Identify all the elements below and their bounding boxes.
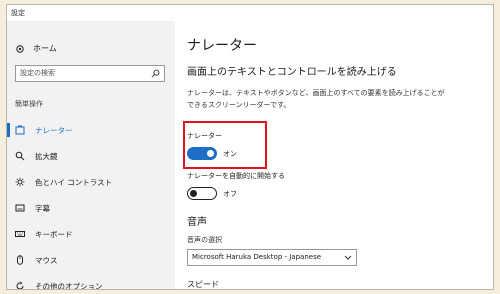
autostart-toggle-state: オフ (223, 189, 237, 198)
sidebar-item-high-contrast[interactable]: 色とハイ コントラスト (7, 169, 175, 195)
magnifier-icon (15, 151, 25, 161)
sidebar-item-label: その他のオプション (35, 281, 103, 290)
mouse-icon (17, 255, 23, 265)
home-label: ホーム (33, 44, 57, 53)
search-input[interactable]: 設定の検索 (15, 65, 165, 82)
autostart-toggle-group: ナレーターを自動的に開始する オフ (187, 171, 285, 200)
sidebar-item-label: マウス (35, 255, 58, 265)
captions-icon (15, 204, 25, 212)
sidebar-item-label: 色とハイ コントラスト (35, 177, 113, 187)
sidebar-item-label: 拡大鏡 (35, 151, 58, 161)
description: ナレーターは、テキストやボタンなど、画面上のすべての要素を読み上げることができる… (187, 89, 445, 109)
speed-section-title: スピード (187, 280, 219, 289)
sidebar-nav: ナレーター 拡大鏡 色とハイ コントラスト 字幕 キーボード マウス その他のオ… (7, 117, 175, 290)
settings-window: 設定 ホーム 設定の検索 簡単操作 ナレーター 拡大鏡 色とハイ コントラスト … (6, 4, 494, 290)
voice-section-title: 音声 (187, 217, 207, 228)
sidebar-item-label: ナレーター (35, 125, 73, 135)
sidebar-item-narrator[interactable]: ナレーター (7, 117, 175, 143)
sidebar-item-label: 字幕 (35, 203, 50, 213)
home-link[interactable]: ホーム (15, 43, 57, 54)
sidebar: ホーム 設定の検索 簡単操作 ナレーター 拡大鏡 色とハイ コントラスト 字幕 … (7, 21, 175, 289)
voice-select-label: 音声の選択 (187, 236, 222, 244)
voice-selected-value: Microsoft Haruka Desktop - Japanese (192, 253, 322, 261)
sidebar-item-mouse[interactable]: マウス (7, 247, 175, 273)
page-title: ナレーター (187, 38, 257, 54)
sidebar-item-magnifier[interactable]: 拡大鏡 (7, 143, 175, 169)
autostart-toggle-switch[interactable] (187, 187, 217, 200)
voice-dropdown[interactable]: Microsoft Haruka Desktop - Japanese (187, 249, 357, 266)
sidebar-item-label: キーボード (35, 229, 73, 239)
red-highlight-box (183, 121, 267, 169)
sidebar-item-captions[interactable]: 字幕 (7, 195, 175, 221)
sidebar-item-keyboard[interactable]: キーボード (7, 221, 175, 247)
keyboard-icon (15, 231, 25, 237)
brightness-icon (15, 177, 25, 187)
sidebar-item-other-options[interactable]: その他のオプション (7, 273, 175, 290)
main-content: ナレーター 画面上のテキストとコントロールを読み上げる ナレーターは、テキストや… (175, 21, 493, 289)
search-icon (151, 69, 160, 78)
section-title: 画面上のテキストとコントロールを読み上げる (187, 67, 397, 78)
toggle-knob (190, 189, 197, 197)
search-placeholder: 設定の検索 (20, 69, 55, 77)
narrator-icon (15, 125, 25, 135)
refresh-icon (16, 281, 24, 289)
section-label: 簡単操作 (15, 100, 43, 108)
window-title: 設定 (11, 9, 25, 17)
chevron-down-icon (344, 255, 352, 260)
autostart-toggle-label: ナレーターを自動的に開始する (187, 172, 285, 180)
home-gear-icon (16, 44, 24, 53)
